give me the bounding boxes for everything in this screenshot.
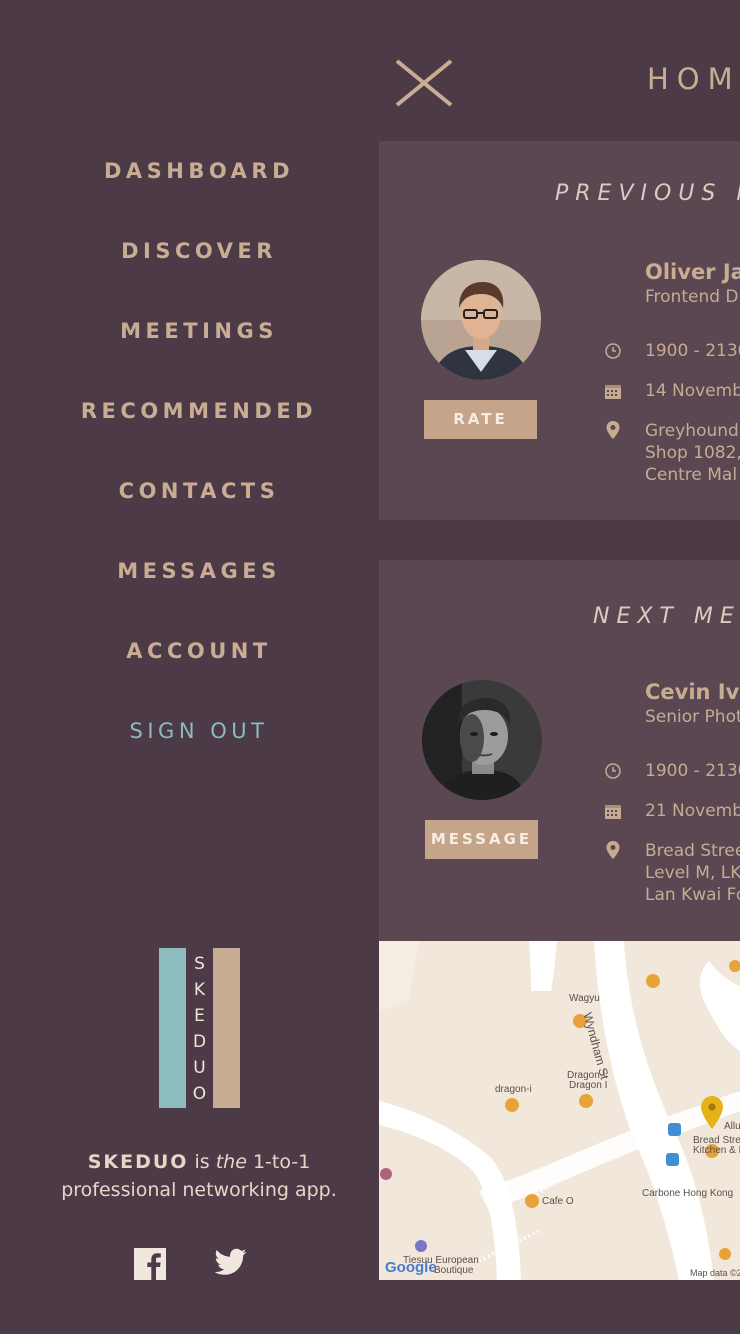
logo-letter: S [194,954,205,974]
nav-item-discover[interactable]: DISCOVER [0,239,398,263]
logo-letter: K [193,980,206,1000]
logo-letter: E [194,1006,205,1026]
skeduo-logo: S K E D U O [159,948,240,1108]
tagline-text: is [188,1151,216,1173]
logo-letter: D [192,1032,207,1052]
location-line: Centre Mal [645,465,738,485]
nav-item-recommended[interactable]: RECOMMENDED [0,399,398,423]
map-label: Wagyu [569,993,600,1004]
google-logo: Google [385,1259,437,1276]
map-roads [379,941,740,1280]
location-pin-icon [606,421,620,439]
location-line: Shop 1082, [645,443,740,463]
page-title: HOM [647,62,740,96]
close-icon [395,59,453,107]
person-role: Senior Phot [645,707,740,727]
tagline-line-2: professional networking app. [61,1179,337,1201]
nav-item-account[interactable]: ACCOUNT [0,639,398,663]
nav-item-messages[interactable]: MESSAGES [0,559,398,583]
meeting-location: Greyhound Shop 1082, Centre Mal [645,420,740,486]
clock-icon [605,343,621,359]
tagline-line-1: SKEDUO is the 1-to-1 [20,1148,378,1176]
meeting-date: 21 Novemb [645,801,740,821]
logo-bar-teal [159,948,186,1108]
tagline-emphasis: the [215,1151,247,1173]
tagline-brand: SKEDUO [87,1151,189,1173]
next-meeting-card: NEXT MEE MESSAGE Cevin Iva Senior Phot 1… [379,560,740,941]
location-map[interactable]: Wagyu Wyndham St Dragon-i Dragon I drago… [379,941,740,1280]
twitter-icon[interactable] [214,1248,247,1280]
calendar-icon [605,805,621,819]
message-button[interactable]: MESSAGE [425,820,538,859]
tagline: SKEDUO is the 1-to-1 professional networ… [20,1148,378,1204]
location-pin-icon [606,841,620,859]
logo-letters: S K E D U O [186,954,213,1104]
meeting-location: Bread Stree Level M, LK Lan Kwai Fo [645,840,740,906]
avatar[interactable] [422,680,542,800]
meeting-time: 1900 - 2130 [645,341,740,361]
person-name[interactable]: Cevin Iva [645,680,740,704]
map-attribution[interactable]: Map data ©2 [690,1268,740,1278]
sidebar-menu: DASHBOARD DISCOVER MEETINGS RECOMMENDED … [0,0,379,1334]
location-line: Greyhound [645,421,739,441]
location-line: Lan Kwai Fo [645,885,740,905]
map-label: Allu [724,1121,740,1132]
person-role: Frontend D [645,287,739,307]
map-label: Boutique [434,1265,474,1276]
card-title: PREVIOUS M [555,181,740,206]
map-label: Dragon I [569,1080,608,1091]
nav-item-dashboard[interactable]: DASHBOARD [0,159,398,183]
map-label: Cafe O [542,1196,574,1207]
card-title: NEXT MEE [593,604,740,629]
clock-icon [605,763,621,779]
previous-meeting-card: PREVIOUS M RATE Oliver Jal Frontend D 19… [379,141,740,520]
rate-button[interactable]: RATE [424,400,537,439]
location-line: Level M, LK [645,863,740,883]
map-label: dragon-i [495,1084,532,1095]
nav-item-sign-out[interactable]: SIGN OUT [0,719,398,743]
logo-letter: O [192,1084,207,1104]
meeting-date: 14 Novemb [645,381,740,401]
logo-letter: U [193,1058,206,1078]
facebook-icon[interactable] [134,1248,166,1284]
map-label: Carbone Hong Kong [642,1188,734,1199]
meeting-time: 1900 - 2130 [645,761,740,781]
avatar[interactable] [421,260,541,380]
person-name[interactable]: Oliver Jal [645,260,740,284]
nav-item-meetings[interactable]: MEETINGS [0,319,398,343]
close-menu-button[interactable] [393,58,455,108]
logo-bar-tan [213,948,240,1108]
calendar-icon [605,385,621,399]
map-label: Kitchen & E [693,1145,740,1156]
tagline-text: 1-to-1 [246,1151,311,1173]
location-line: Bread Stree [645,841,740,861]
nav-item-contacts[interactable]: CONTACTS [0,479,398,503]
